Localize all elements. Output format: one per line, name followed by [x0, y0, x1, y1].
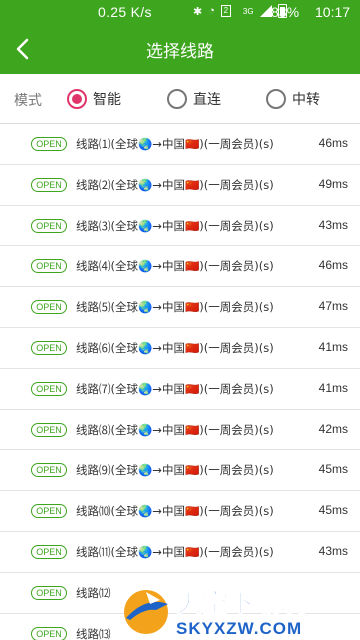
open-badge: OPEN: [31, 259, 67, 274]
route-name: 线路⑴(全球🌏→中国🇨🇳)(一周会员)(s): [76, 137, 274, 151]
route-row[interactable]: OPEN 线路⑶(全球🌏→中国🇨🇳)(一周会员)(s) 43ms: [0, 205, 360, 247]
route-name: 线路⑹(全球🌏→中国🇨🇳)(一周会员)(s): [76, 340, 274, 355]
route-row[interactable]: OPEN 线路⑺(全球🌏→中国🇨🇳)(一周会员)(s) 41ms: [0, 368, 360, 410]
route-row[interactable]: OPEN 线路⑾(全球🌏→中国🇨🇳)(一周会员)(s) 43ms: [0, 531, 360, 573]
mode-option-label: 中转: [292, 92, 320, 108]
route-latency: 49ms: [318, 176, 348, 191]
open-badge: OPEN: [31, 177, 67, 192]
open-badge: OPEN: [31, 218, 67, 233]
radio-unselected-icon: [266, 89, 286, 109]
network-type: 3G: [242, 6, 254, 16]
route-latency: 46ms: [318, 136, 348, 150]
route-latency: 43ms: [318, 217, 348, 232]
open-badge: OPEN: [31, 585, 67, 600]
page-title: 选择线路: [146, 42, 214, 62]
route-latency: 41ms: [318, 339, 348, 354]
route-latency: 45ms: [318, 503, 348, 518]
open-badge: OPEN: [31, 422, 67, 437]
route-row[interactable]: OPEN 线路⑴(全球🌏→中国🇨🇳)(一周会员)(s) 46ms: [0, 124, 360, 165]
mode-selector: 模式 智能 直连 中转: [0, 74, 360, 124]
route-name: 线路⑽(全球🌏→中国🇨🇳)(一周会员)(s): [76, 504, 274, 519]
bluetooth-icon: ✱: [193, 5, 203, 18]
route-latency: 45ms: [318, 462, 348, 477]
open-badge: OPEN: [31, 300, 67, 315]
route-latency: 43ms: [318, 543, 348, 558]
network-badge: 2: [220, 5, 231, 17]
open-badge: OPEN: [31, 340, 67, 355]
app-header: 选择线路: [0, 24, 360, 74]
status-bar: 0.25 K/s ✱ ◔ 2 3G 83% 10:17: [0, 0, 360, 24]
route-name: 线路⑵(全球🌏→中国🇨🇳)(一周会员)(s): [76, 177, 274, 192]
route-name: 线路⑶(全球🌏→中国🇨🇳)(一周会员)(s): [76, 218, 274, 233]
mode-option-label: 直连: [193, 92, 221, 108]
route-name: 线路⑸(全球🌏→中国🇨🇳)(一周会员)(s): [76, 300, 274, 315]
route-name: 线路⑷(全球🌏→中国🇨🇳)(一周会员)(s): [76, 259, 274, 274]
route-latency: 46ms: [318, 258, 348, 273]
open-badge: OPEN: [31, 381, 67, 396]
mode-label: 模式: [14, 93, 42, 109]
radio-selected-icon: [67, 89, 87, 109]
route-row[interactable]: OPEN 线路⒀: [0, 613, 360, 640]
mode-option-direct[interactable]: 直连: [167, 88, 221, 110]
route-row[interactable]: OPEN 线路⑽(全球🌏→中国🇨🇳)(一周会员)(s) 45ms: [0, 491, 360, 532]
route-name: 线路⑿: [76, 585, 111, 600]
route-latency: 47ms: [318, 299, 348, 314]
open-badge: OPEN: [31, 626, 67, 640]
open-badge: OPEN: [31, 137, 67, 151]
route-list: OPEN 线路⑴(全球🌏→中国🇨🇳)(一周会员)(s) 46ms OPEN 线路…: [0, 124, 360, 640]
open-badge: OPEN: [31, 544, 67, 559]
mode-option-label: 智能: [93, 92, 121, 108]
battery-level: 83%: [271, 4, 300, 20]
route-latency: 41ms: [318, 380, 348, 395]
route-row[interactable]: OPEN 线路⑿: [0, 572, 360, 614]
route-name: 线路⑾(全球🌏→中国🇨🇳)(一周会员)(s): [76, 544, 274, 559]
open-badge: OPEN: [31, 463, 67, 478]
route-row[interactable]: OPEN 线路⑷(全球🌏→中国🇨🇳)(一周会员)(s) 46ms: [0, 246, 360, 288]
route-row[interactable]: OPEN 线路⑻(全球🌏→中国🇨🇳)(一周会员)(s) 42ms: [0, 409, 360, 451]
mode-option-relay[interactable]: 中转: [266, 88, 320, 110]
route-row[interactable]: OPEN 线路⑸(全球🌏→中国🇨🇳)(一周会员)(s) 47ms: [0, 287, 360, 328]
wifi-icon: ◔: [208, 5, 215, 17]
network-speed: 0.25 K/s: [98, 4, 152, 20]
route-name: 线路⑼(全球🌏→中国🇨🇳)(一周会员)(s): [76, 463, 274, 478]
mode-option-smart[interactable]: 智能: [67, 88, 121, 110]
route-latency: 42ms: [318, 421, 348, 436]
route-name: 线路⑺(全球🌏→中国🇨🇳)(一周会员)(s): [76, 381, 274, 396]
route-row[interactable]: OPEN 线路⑵(全球🌏→中国🇨🇳)(一周会员)(s) 49ms: [0, 164, 360, 206]
route-name: 线路⒀: [76, 626, 111, 640]
route-name: 线路⑻(全球🌏→中国🇨🇳)(一周会员)(s): [76, 422, 274, 437]
open-badge: OPEN: [31, 504, 67, 519]
route-row[interactable]: OPEN 线路⑹(全球🌏→中国🇨🇳)(一周会员)(s) 41ms: [0, 327, 360, 369]
radio-unselected-icon: [167, 89, 187, 109]
clock: 10:17: [315, 4, 351, 20]
signal-icon: [259, 5, 272, 17]
route-row[interactable]: OPEN 线路⑼(全球🌏→中国🇨🇳)(一周会员)(s) 45ms: [0, 450, 360, 492]
